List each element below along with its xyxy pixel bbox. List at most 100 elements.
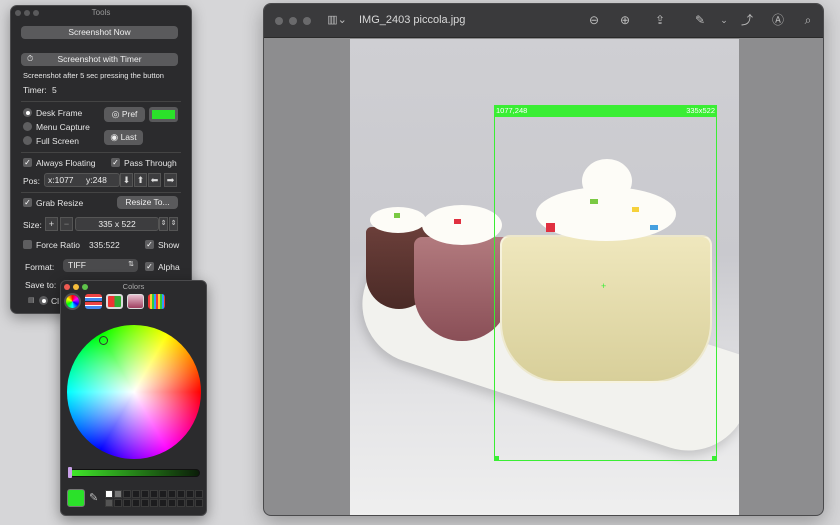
- menu-capture-radio[interactable]: [23, 122, 32, 131]
- height-stepper[interactable]: ⇕: [169, 217, 178, 231]
- arrow-down-icon[interactable]: ⬇: [120, 173, 133, 187]
- eye-icon: ◉: [110, 132, 119, 142]
- desk-frame-radio[interactable]: [23, 108, 32, 117]
- full-screen-radio[interactable]: [23, 136, 32, 145]
- always-floating-label: Always Floating: [36, 158, 96, 168]
- colors-titlebar: Colors: [61, 281, 206, 293]
- save-to-label: Save to:: [25, 280, 57, 290]
- screenshot-timer-button[interactable]: ⏱ Screenshot with Timer: [21, 53, 178, 66]
- window-controls[interactable]: [64, 284, 88, 290]
- size-field[interactable]: 335 x 522: [75, 217, 159, 231]
- grab-resize-checkbox[interactable]: ✓: [23, 198, 32, 207]
- palettes-icon[interactable]: [106, 294, 123, 309]
- pref-label: Pref: [121, 109, 138, 119]
- markup-pen-icon[interactable]: ✎: [692, 13, 708, 27]
- resize-handle[interactable]: [494, 456, 499, 461]
- pencils-icon[interactable]: [148, 294, 165, 309]
- force-ratio-label: Force Ratio: [36, 240, 80, 250]
- ratio-value: 335:522: [89, 240, 120, 250]
- timer-value[interactable]: 5: [52, 85, 57, 95]
- divider: [21, 101, 181, 102]
- save-clipboard-radio[interactable]: [39, 296, 48, 305]
- timer-label: Timer:: [23, 85, 47, 95]
- format-select[interactable]: TIFF ⇅: [63, 259, 138, 272]
- window-controls[interactable]: [275, 17, 311, 25]
- slider-thumb[interactable]: [68, 467, 72, 478]
- tools-panel: Tools Screenshot Now ⏱ Screenshot with T…: [10, 5, 192, 314]
- full-screen-label: Full Screen: [36, 136, 79, 146]
- custom-swatches[interactable]: [105, 490, 203, 507]
- image-palette-icon[interactable]: [127, 294, 144, 309]
- document-title: IMG_2403 piccola.jpg: [359, 14, 466, 26]
- tools-title: Tools: [91, 8, 111, 17]
- frame-color-swatch: [152, 110, 175, 119]
- pass-through-checkbox[interactable]: ✓: [111, 158, 120, 167]
- cream: [370, 207, 426, 233]
- share-icon[interactable]: ⇪: [652, 13, 668, 27]
- alpha-checkbox[interactable]: ✓: [145, 262, 154, 271]
- divider: [21, 152, 181, 153]
- aperture-icon: ◎: [111, 109, 120, 119]
- last-button[interactable]: ◉ Last: [104, 130, 143, 145]
- zoom-out-icon[interactable]: ⊖: [586, 13, 602, 27]
- color-mode-toolbar: [64, 294, 165, 311]
- chevron-updown-icon: ⇅: [128, 261, 134, 268]
- arrow-right-icon[interactable]: ➡: [164, 173, 177, 187]
- format-value: TIFF: [68, 260, 86, 270]
- current-color-swatch[interactable]: [67, 489, 85, 507]
- color-wheel[interactable]: [67, 325, 201, 459]
- desk-frame-label: Desk Frame: [36, 108, 83, 118]
- pos-x-value: x:1077: [48, 175, 74, 185]
- sidebar-toggle-icon[interactable]: ▥⌄: [326, 13, 348, 27]
- sliders-icon[interactable]: [85, 294, 102, 309]
- markup-icon[interactable]: Ⓐ: [770, 13, 786, 27]
- clipboard-icon: ▤: [28, 297, 35, 304]
- zoom-in-icon[interactable]: ⊕: [617, 13, 633, 27]
- sprinkle: [454, 219, 461, 224]
- color-wheel-icon[interactable]: [66, 295, 79, 308]
- preview-toolbar: ▥⌄ IMG_2403 piccola.jpg ⊖ ⊕ ⇪ ✎ ⌄ ⤴ Ⓐ ⌕: [264, 4, 823, 38]
- width-stepper[interactable]: ⇕: [159, 217, 168, 231]
- selection-size: 335x522: [686, 106, 715, 115]
- rotate-icon[interactable]: ⤴: [739, 13, 755, 27]
- arrow-up-icon[interactable]: ⬆: [134, 173, 147, 187]
- last-label: Last: [120, 132, 137, 142]
- force-ratio-checkbox[interactable]: [23, 240, 32, 249]
- crosshair-icon[interactable]: [99, 336, 108, 345]
- alpha-label: Alpha: [158, 262, 180, 272]
- frame-color-well[interactable]: [149, 107, 178, 122]
- pass-through-label: Pass Through: [124, 158, 177, 168]
- divider: [21, 192, 181, 193]
- minus-icon[interactable]: −: [60, 217, 73, 231]
- stopwatch-icon: ⏱: [27, 54, 34, 63]
- position-field[interactable]: x:1077 y:248: [44, 173, 120, 187]
- timer-note: Screenshot after 5 sec pressing the butt…: [23, 71, 164, 80]
- brightness-slider[interactable]: [69, 469, 200, 477]
- pos-label: Pos:: [23, 176, 41, 186]
- capture-frame-header[interactable]: 1077,248 335x522: [494, 105, 717, 117]
- menu-capture-label: Menu Capture: [36, 122, 90, 132]
- screenshot-now-button[interactable]: Screenshot Now: [21, 26, 178, 39]
- screenshot-timer-label: Screenshot with Timer: [57, 54, 142, 64]
- pos-y-value: y:248: [86, 175, 107, 185]
- plus-icon[interactable]: +: [45, 217, 58, 231]
- window-controls[interactable]: [15, 10, 39, 16]
- colors-title: Colors: [122, 282, 145, 291]
- search-icon[interactable]: ⌕: [800, 13, 816, 27]
- tools-titlebar: Tools: [11, 6, 191, 20]
- arrow-left-icon[interactable]: ⬅: [148, 173, 161, 187]
- resize-handle[interactable]: [712, 456, 717, 461]
- save-option-label: Cl: [51, 296, 60, 306]
- selection-origin: 1077,248: [496, 106, 528, 115]
- chevron-down-icon[interactable]: ⌄: [716, 13, 732, 27]
- show-checkbox[interactable]: ✓: [145, 240, 154, 249]
- resize-to-button[interactable]: Resize To...: [117, 196, 178, 209]
- grab-resize-label: Grab Resize: [36, 198, 84, 208]
- pref-button[interactable]: ◎ Pref: [104, 107, 145, 122]
- show-label: Show: [158, 240, 180, 250]
- always-floating-checkbox[interactable]: ✓: [23, 158, 32, 167]
- preview-window: ▥⌄ IMG_2403 piccola.jpg ⊖ ⊕ ⇪ ✎ ⌄ ⤴ Ⓐ ⌕ …: [263, 3, 824, 516]
- eyedropper-icon[interactable]: ✎: [89, 491, 98, 504]
- colors-panel: Colors ✎: [60, 280, 207, 516]
- size-label: Size:: [23, 220, 42, 230]
